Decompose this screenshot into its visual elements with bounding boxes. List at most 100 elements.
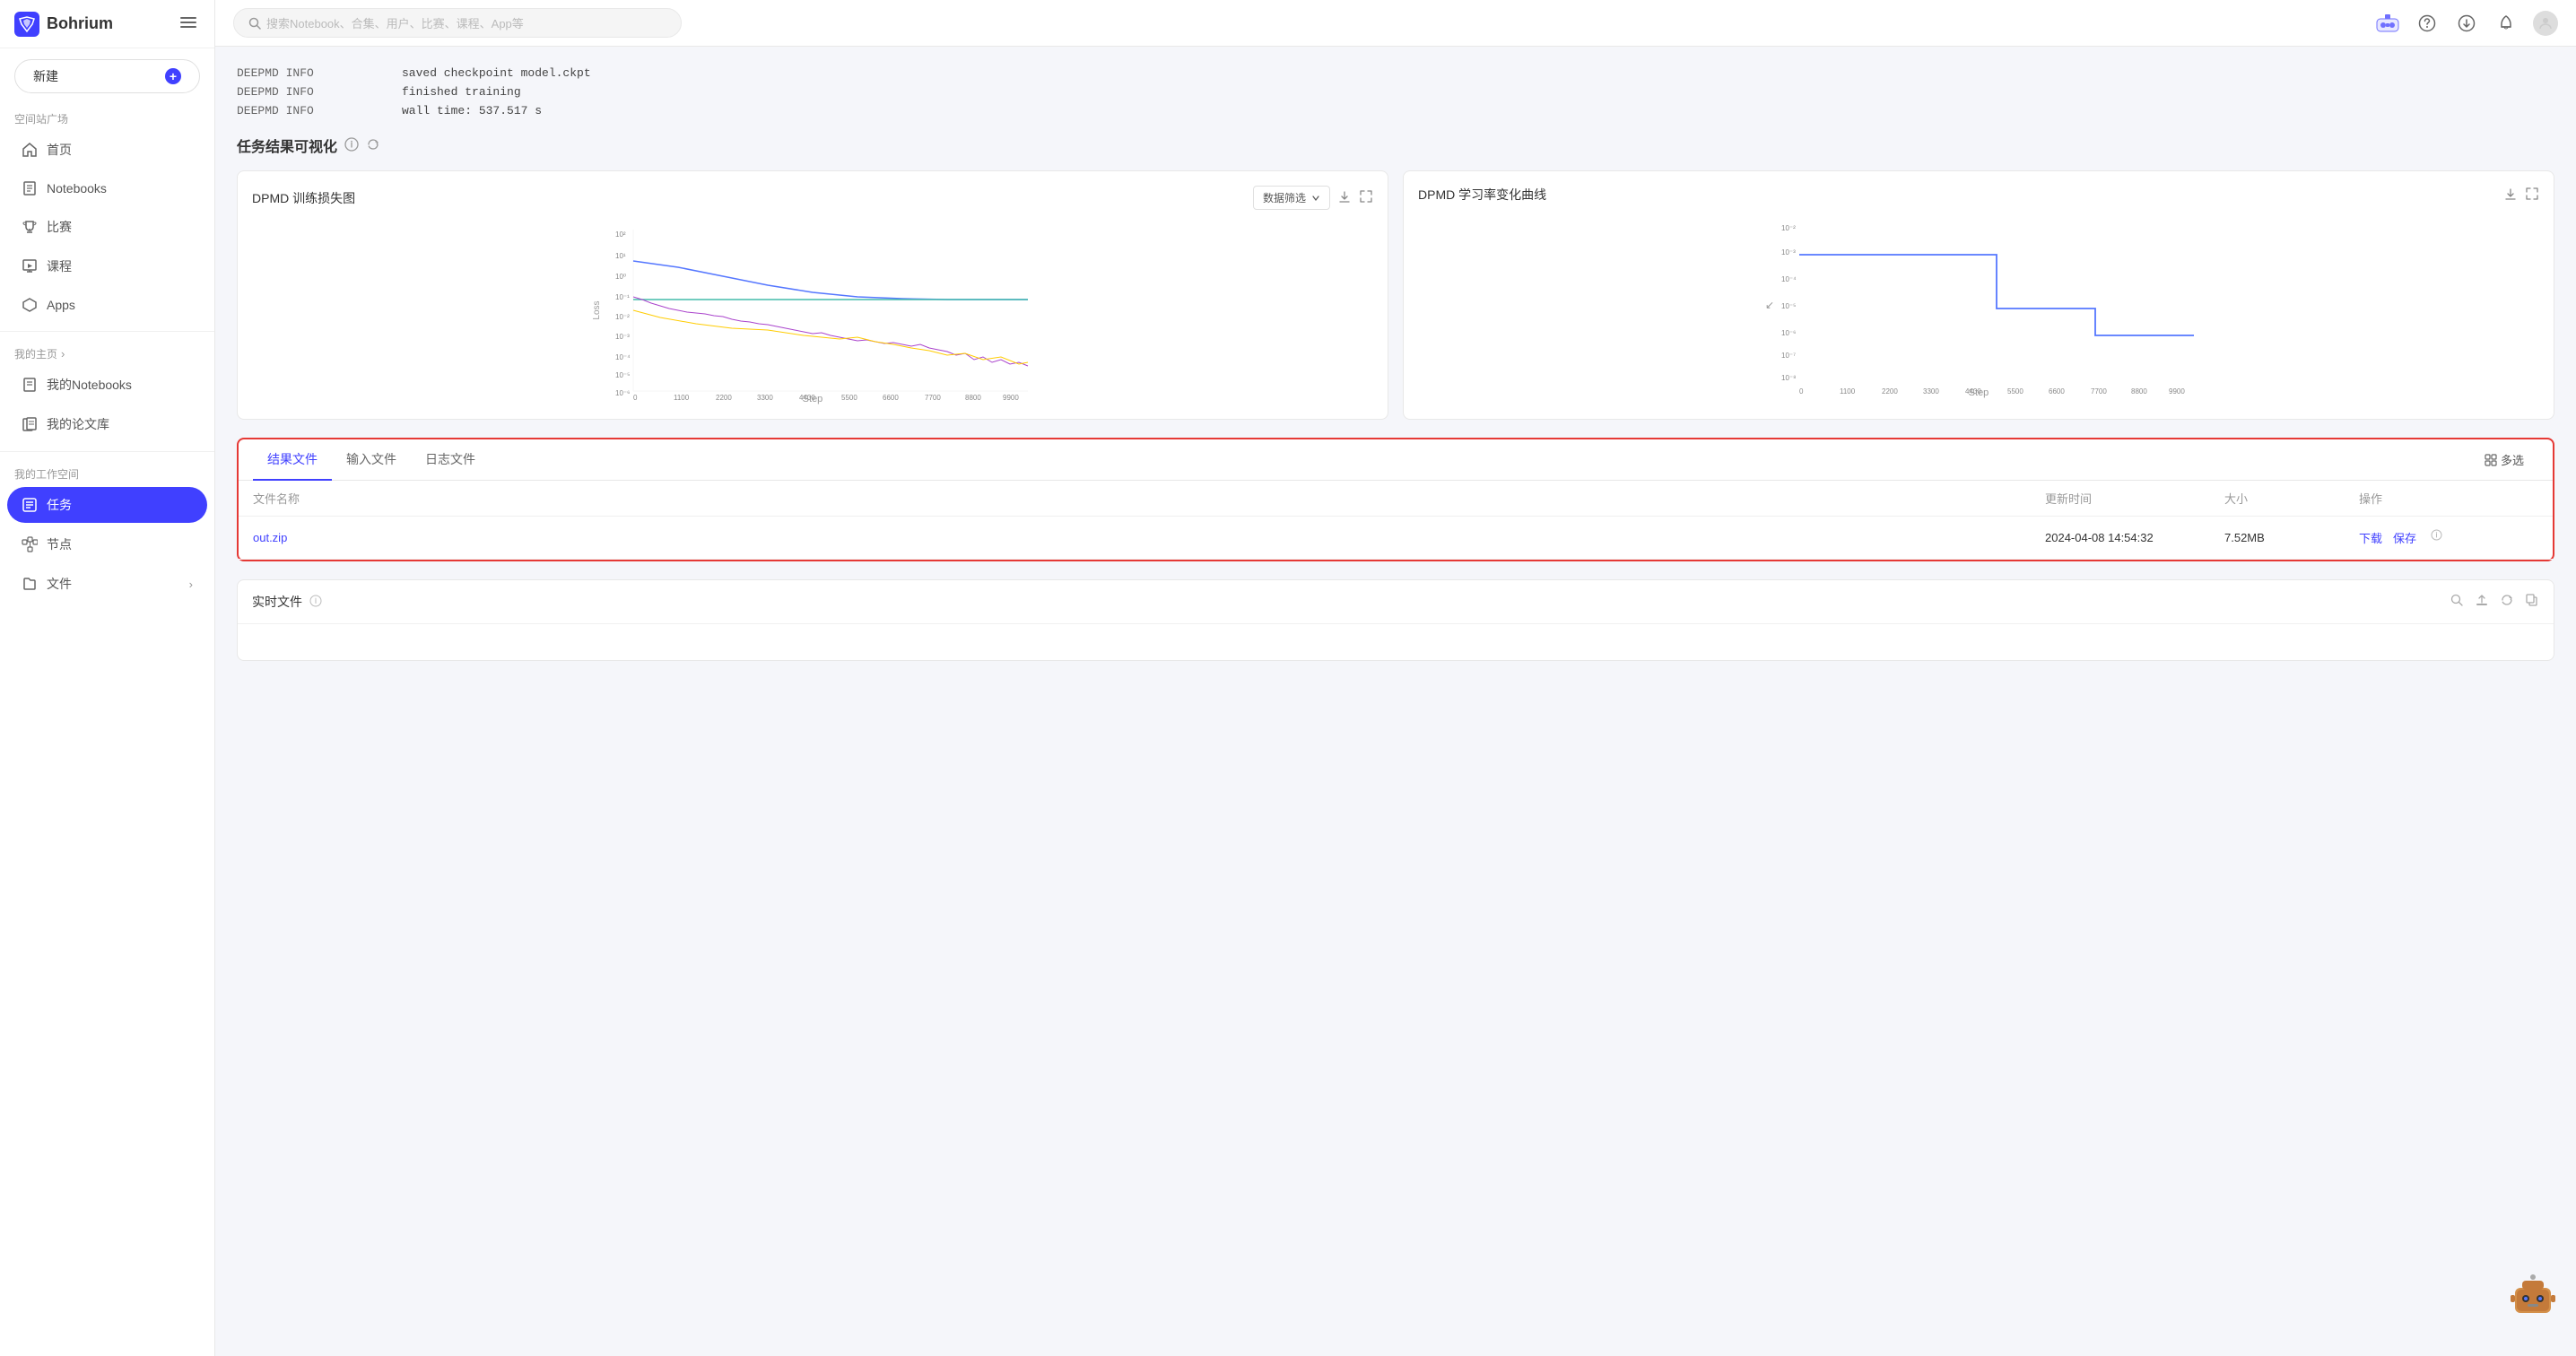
lr-chart-actions [2503,187,2539,204]
file-ops: 下载 保存 [2359,529,2538,546]
terminal-source-1: DEEPMD INFO [237,65,335,83]
svg-text:8800: 8800 [965,394,981,400]
apps-icon [22,297,38,313]
sidebar-item-my-notebooks[interactable]: 我的Notebooks [7,367,207,403]
lr-chart-expand-icon[interactable] [2525,187,2539,204]
realtime-upload-icon[interactable] [2475,593,2489,611]
svg-text:10⁻¹: 10⁻¹ [615,293,630,301]
ai-assistant-icon[interactable] [2375,11,2400,36]
lr-chart-title: DPMD 学习率变化曲线 [1418,186,1546,204]
tab-input-files[interactable]: 输入文件 [332,439,411,481]
svg-text:10⁻⁵: 10⁻⁵ [615,371,630,379]
download-icon[interactable] [2454,11,2479,36]
svg-text:10⁻⁴: 10⁻⁴ [615,353,631,361]
realtime-search-icon[interactable] [2450,593,2464,611]
loss-chart-actions [1337,189,1373,206]
plus-icon: + [165,68,181,84]
charts-row: DPMD 训练损失图 数据筛选 [237,170,2554,420]
sidebar-item-competition[interactable]: 比赛 [7,209,207,245]
sidebar-item-my-papers[interactable]: 我的论文库 [7,406,207,442]
table-row: out.zip 2024-04-08 14:54:32 7.52MB 下载 保存 [239,517,2553,560]
sidebar-item-apps-label: Apps [47,298,75,312]
sidebar-item-files-label: 文件 [47,575,72,593]
svg-text:10²: 10² [615,230,626,239]
page-body: DEEPMD INFO saved checkpoint model.ckpt … [215,47,2576,1356]
file-tab-actions: 多选 [2485,439,2538,480]
realtime-info-icon[interactable] [309,595,322,610]
sidebar-item-home[interactable]: 首页 [7,132,207,168]
svg-text:10⁻²: 10⁻² [1781,224,1796,232]
file-name-link[interactable]: out.zip [253,531,287,544]
sidebar-item-home-label: 首页 [47,141,72,159]
loss-chart-svg: Loss 10² 10¹ 10⁰ 10⁻¹ 10⁻² 10⁻³ 10⁻⁴ 10⁻… [252,221,1373,400]
my-section-arrow[interactable]: › [61,347,65,361]
sidebar-item-course[interactable]: 课程 [7,248,207,284]
svg-text:8800: 8800 [2131,387,2147,394]
multi-select-button[interactable]: 多选 [2485,451,2524,468]
sidebar-item-notebooks-label: Notebooks [47,181,107,196]
multi-select-icon [2485,454,2497,466]
svg-text:10⁻⁴: 10⁻⁴ [1781,275,1797,283]
app-name: Bohrium [47,14,113,33]
svg-text:10¹: 10¹ [615,252,626,260]
svg-text:10⁻⁸: 10⁻⁸ [1781,374,1797,382]
realtime-content [238,624,2554,660]
files-icon [22,576,38,592]
svg-text:9900: 9900 [1003,394,1019,400]
section-workspace-label: 我的工作空间 [0,459,214,485]
svg-text:3300: 3300 [757,394,773,400]
sidebar-item-notebooks[interactable]: Notebooks [7,171,207,205]
task-icon [22,497,38,513]
sidebar-item-apps[interactable]: Apps [7,288,207,322]
menu-toggle-button[interactable] [177,11,200,37]
notebooks-icon [22,180,38,196]
terminal-line-1: DEEPMD INFO saved checkpoint model.ckpt [237,65,2554,83]
info-icon[interactable] [344,137,359,154]
realtime-title: 实时文件 [252,593,302,611]
file-download-button[interactable]: 下载 [2359,529,2382,546]
terminal-level-1 [346,65,391,83]
notification-icon[interactable] [2493,11,2519,36]
loss-chart-filter[interactable]: 数据筛选 [1253,186,1330,210]
file-name: out.zip [253,531,2045,544]
realtime-section: 实时文件 [237,579,2554,661]
file-save-button[interactable]: 保存 [2393,529,2416,546]
file-size: 7.52MB [2224,531,2359,544]
help-icon[interactable] [2415,11,2440,36]
course-icon [22,258,38,274]
robot-mascot[interactable] [2508,1270,2558,1320]
sidebar: Bohrium 新建 + 空间站广场 首页 [0,0,215,1356]
svg-text:6600: 6600 [2049,387,2065,394]
search-bar[interactable]: 搜索Notebook、合集、用户、比赛、课程、App等 [233,8,682,38]
terminal-message-2: finished training [402,83,521,102]
tab-result-files[interactable]: 结果文件 [253,439,332,481]
topbar-right [2375,11,2558,36]
realtime-toolbar [2450,593,2539,611]
svg-text:2200: 2200 [716,394,732,400]
lr-chart-download-icon[interactable] [2503,187,2518,204]
tab-log-files[interactable]: 日志文件 [411,439,490,481]
user-avatar[interactable] [2533,11,2558,36]
svg-text:7700: 7700 [2091,387,2107,394]
loss-chart-download-icon[interactable] [1337,189,1352,206]
sidebar-item-node[interactable]: 节点 [7,526,207,562]
realtime-refresh-icon[interactable] [2500,593,2514,611]
svg-text:10⁻⁵: 10⁻⁵ [1781,302,1796,310]
sidebar-header: Bohrium [0,0,214,48]
main-content: 搜索Notebook、合集、用户、比赛、课程、App等 [215,0,2576,1356]
svg-text:7700: 7700 [925,394,941,400]
sidebar-item-files[interactable]: 文件 › [7,566,207,602]
chevron-down-icon [1311,194,1320,203]
realtime-copy-icon[interactable] [2525,593,2539,611]
terminal-line-3: DEEPMD INFO wall time: 537.517 s [237,102,2554,121]
terminal-message-3: wall time: 537.517 s [402,102,542,121]
new-button[interactable]: 新建 + [14,59,200,93]
refresh-icon[interactable] [366,137,380,154]
sidebar-item-task[interactable]: 任务 [7,487,207,523]
search-icon [248,17,261,30]
file-save-info-icon[interactable] [2431,529,2442,546]
visualization-title: 任务结果可视化 [237,135,337,156]
visualization-title-row: 任务结果可视化 [237,135,2554,156]
lr-chart-svg: ↙ 10⁻² 10⁻³ 10⁻⁴ 10⁻⁵ 10⁻⁶ 10⁻⁷ 10⁻⁸ 0 1… [1418,214,2539,394]
loss-chart-expand-icon[interactable] [1359,189,1373,206]
